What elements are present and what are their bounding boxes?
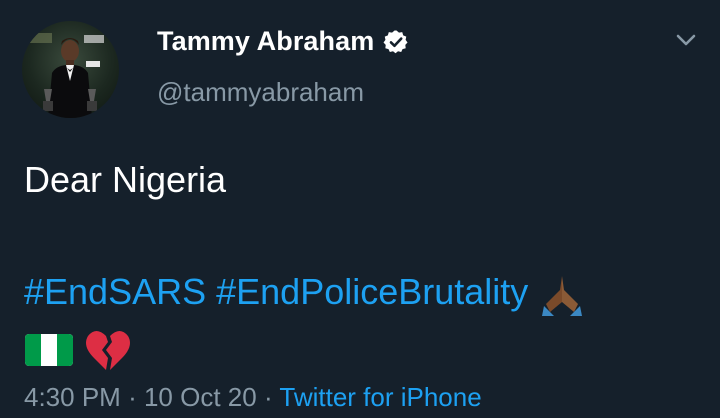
author-name-row[interactable]: Tammy Abraham (157, 26, 409, 57)
meta-separator: · (128, 382, 137, 412)
broken-heart-icon (86, 331, 131, 371)
meta-separator: · (263, 382, 273, 412)
tweet-metadata: 4:30 PM · 10 Oct 20 · Twitter for iPhone (24, 382, 482, 413)
author-handle[interactable]: @tammyabraham (157, 77, 364, 108)
avatar[interactable] (22, 21, 119, 118)
folded-hands-icon (542, 276, 583, 317)
hashtag-endsars[interactable]: #EndSARS (24, 271, 206, 312)
tweet-date[interactable]: 10 Oct 20 (144, 382, 257, 412)
tweet-source-link[interactable]: Twitter for iPhone (279, 382, 481, 412)
nigeria-flag-icon (25, 334, 73, 367)
emoji-line (24, 320, 704, 376)
hashtag-endpolicebrutality[interactable]: #EndPoliceBrutality (216, 271, 528, 312)
tweet-text: Dear Nigeria #EndSARS #EndPoliceBrutalit… (24, 152, 704, 376)
avatar-image (30, 33, 104, 118)
tweet-time[interactable]: 4:30 PM (24, 382, 121, 412)
tweet-text-line: Dear Nigeria (24, 159, 227, 200)
chevron-down-icon[interactable] (672, 28, 700, 52)
author-display-name[interactable]: Tammy Abraham (157, 26, 374, 57)
hashtag-line: #EndSARS #EndPoliceBrutality (24, 264, 704, 320)
verified-badge-icon (383, 29, 408, 53)
